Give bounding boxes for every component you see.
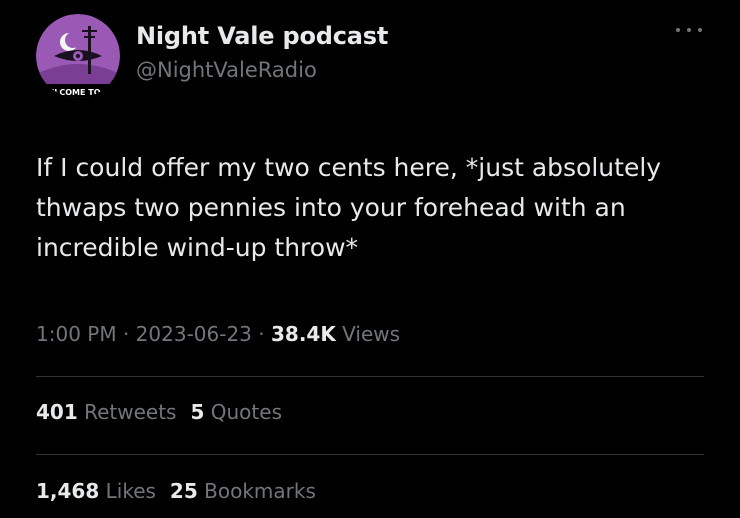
author-handle[interactable]: @NightValeRadio	[136, 58, 317, 82]
dot-icon	[687, 28, 691, 32]
views-count: 38.4K	[270, 322, 336, 346]
tweet-meta: 1:00 PM · 2023-06-23 · 38.4K Views	[36, 322, 400, 346]
meta-separator: ·	[251, 322, 271, 346]
quotes-link[interactable]: 5 Quotes	[190, 400, 282, 424]
tweet-text: If I could offer my two cents here, *jus…	[36, 153, 662, 262]
divider	[36, 454, 704, 455]
views-label: Views	[335, 322, 401, 346]
bookmarks-link[interactable]: 25 Bookmarks	[170, 479, 316, 503]
tweet-time[interactable]: 1:00 PM	[36, 322, 117, 346]
bookmarks-count: 25	[169, 479, 198, 503]
svg-text:WELCOME TO NIGHT VALE: WELCOME TO NIGHT VALE	[40, 88, 120, 97]
more-options-icon[interactable]	[676, 24, 702, 36]
author-avatar[interactable]: WELCOME TO NIGHT VALE	[36, 14, 120, 98]
likes-label: Likes	[99, 479, 156, 503]
engagement-row-1: 401 Retweets 5 Quotes	[36, 400, 296, 424]
night-vale-logo: WELCOME TO NIGHT VALE	[36, 14, 120, 98]
retweets-label: Retweets	[77, 400, 177, 424]
retweets-link[interactable]: 401 Retweets	[36, 400, 176, 424]
meta-separator: ·	[116, 322, 136, 346]
bookmarks-label: Bookmarks	[197, 479, 316, 503]
divider	[36, 376, 704, 377]
quotes-label: Quotes	[204, 400, 282, 424]
tweet-date[interactable]: 2023-06-23	[136, 322, 252, 346]
author-name[interactable]: Night Vale podcast	[136, 22, 388, 50]
engagement-row-2: 1,468 Likes 25 Bookmarks	[36, 479, 330, 503]
dot-icon	[698, 28, 702, 32]
retweets-count: 401	[36, 400, 78, 424]
likes-count: 1,468	[36, 479, 100, 503]
quotes-count: 5	[190, 400, 205, 424]
likes-link[interactable]: 1,468 Likes	[36, 479, 156, 503]
dot-icon	[676, 28, 680, 32]
